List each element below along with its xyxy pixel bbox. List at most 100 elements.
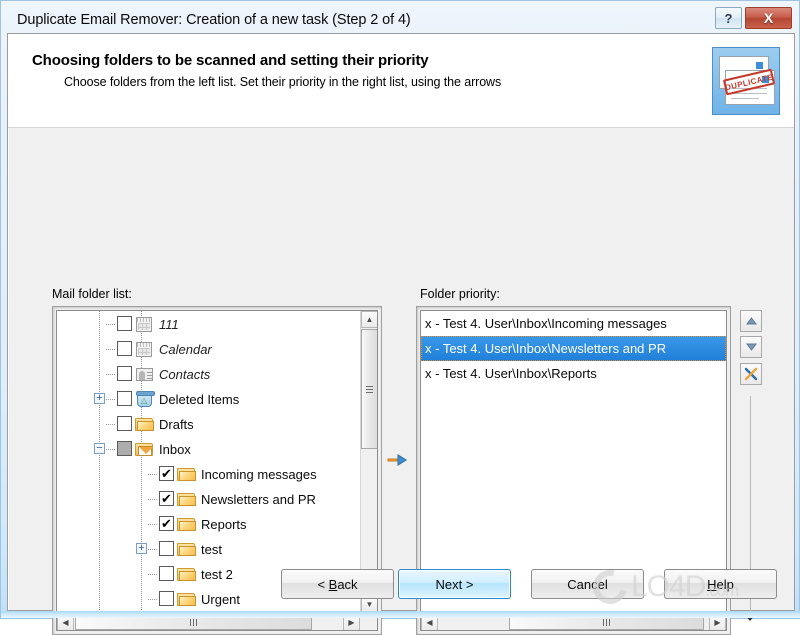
tree-row[interactable]: + Deleted Items xyxy=(57,387,360,412)
tree-hscroll-thumb[interactable] xyxy=(75,614,312,630)
tree-row[interactable]: + test xyxy=(57,537,360,562)
tree-connector xyxy=(148,499,158,500)
envelope-line xyxy=(731,98,759,99)
remove-folder-button[interactable] xyxy=(740,363,762,385)
x-delete-icon xyxy=(744,367,758,381)
move-down-button[interactable] xyxy=(740,336,762,358)
dialog-footer: < Back Next > Cancel Help xyxy=(8,560,794,610)
tree-checkbox[interactable] xyxy=(159,541,174,556)
envelope-square-shape xyxy=(756,62,763,69)
scrollbar-corner xyxy=(360,613,377,630)
tree-checkbox[interactable]: ✔ xyxy=(159,516,174,531)
move-to-priority-arrow[interactable] xyxy=(386,450,408,470)
priority-hscroll-thumb[interactable] xyxy=(509,614,704,630)
mail-folder-list-label: Mail folder list: xyxy=(52,287,132,301)
tree-horizontal-scrollbar[interactable]: ◀ ▶ xyxy=(57,613,360,630)
tree-checkbox[interactable] xyxy=(117,391,132,406)
window-title: Duplicate Email Remover: Creation of a n… xyxy=(17,11,411,28)
tree-checkbox[interactable] xyxy=(117,441,132,456)
priority-item-label: x - Test 4. User\Inbox\Incoming messages xyxy=(425,316,667,331)
tree-item-icon xyxy=(135,341,154,357)
question-mark-icon: ? xyxy=(724,10,733,26)
scroll-left-button[interactable]: ◀ xyxy=(57,614,74,630)
back-button-label: < Back xyxy=(317,576,358,592)
tree-checkbox[interactable]: ✔ xyxy=(159,466,174,481)
collapse-minus-icon[interactable]: − xyxy=(94,443,105,454)
title-bar: Duplicate Email Remover: Creation of a n… xyxy=(7,6,795,33)
tree-row[interactable]: Contacts xyxy=(57,362,360,387)
scroll-left-button[interactable]: ◀ xyxy=(421,614,438,630)
tree-connector xyxy=(106,374,116,375)
tree-connector xyxy=(106,349,116,350)
tree-item-label: Reports xyxy=(201,517,247,532)
priority-list-item[interactable]: x - Test 4. User\Inbox\Incoming messages xyxy=(421,311,726,336)
priority-list-item[interactable]: x - Test 4. User\Inbox\Newsletters and P… xyxy=(421,336,726,361)
grip-icon xyxy=(606,618,607,626)
cancel-button[interactable]: Cancel xyxy=(531,569,644,599)
tree-item-label: Incoming messages xyxy=(201,467,317,482)
tree-item-label: Inbox xyxy=(159,442,191,457)
dialog-client-area: Choosing folders to be scanned and setti… xyxy=(7,33,795,635)
tree-checkbox[interactable] xyxy=(117,366,132,381)
tree-row[interactable]: 111 xyxy=(57,312,360,337)
tree-checkbox[interactable]: ✔ xyxy=(159,491,174,506)
tree-row[interactable]: ✔ Incoming messages xyxy=(57,462,360,487)
tree-checkbox[interactable] xyxy=(117,316,132,331)
tree-item-label: 111 xyxy=(159,317,179,332)
folder-front-shape xyxy=(179,546,196,556)
tree-connector xyxy=(148,549,158,550)
page-title: Choosing folders to be scanned and setti… xyxy=(32,52,429,69)
expand-plus-icon[interactable]: + xyxy=(136,543,147,554)
calendar-icon xyxy=(136,317,152,332)
triangle-up-icon xyxy=(745,317,757,325)
triangle-up-icon: ▲ xyxy=(365,315,374,324)
triangle-down-icon xyxy=(745,343,757,351)
duplicate-stamp-icon: DUPLICATE xyxy=(712,47,780,115)
folder-front-shape xyxy=(179,496,196,506)
help-button[interactable]: Help xyxy=(664,569,777,599)
triangle-left-icon: ◀ xyxy=(62,618,69,627)
close-icon: X xyxy=(763,10,774,26)
tree-connector xyxy=(148,474,158,475)
folder-front-shape xyxy=(137,421,154,431)
tree-connector xyxy=(106,399,116,400)
tree-checkbox[interactable] xyxy=(117,416,132,431)
tree-item-icon xyxy=(135,441,154,457)
folder-front-shape xyxy=(179,471,196,481)
splitter-down-arrow-icon[interactable] xyxy=(744,614,756,621)
tree-connector xyxy=(106,324,116,325)
tree-row[interactable]: Drafts xyxy=(57,412,360,437)
tree-scroll-thumb[interactable] xyxy=(361,329,377,449)
titlebar-close-button[interactable]: X xyxy=(745,7,792,29)
titlebar-help-button[interactable]: ? xyxy=(715,7,742,29)
tree-row[interactable]: ✔ Newsletters and PR xyxy=(57,487,360,512)
next-button[interactable]: Next > xyxy=(398,569,511,599)
priority-list-item[interactable]: x - Test 4. User\Inbox\Reports xyxy=(421,361,726,386)
cancel-button-label: Cancel xyxy=(567,576,608,592)
scroll-up-button[interactable]: ▲ xyxy=(361,311,377,328)
tree-item-icon xyxy=(177,491,196,507)
scroll-right-button[interactable]: ▶ xyxy=(343,614,360,630)
expand-plus-icon[interactable]: + xyxy=(94,393,105,404)
tree-checkbox[interactable] xyxy=(117,341,132,356)
tree-row[interactable]: ✔ Reports xyxy=(57,512,360,537)
right-arrow-icon xyxy=(387,454,407,466)
scroll-right-button[interactable]: ▶ xyxy=(709,614,726,630)
tree-item-icon xyxy=(135,391,155,407)
tree-item-label: test xyxy=(201,542,222,557)
priority-horizontal-scrollbar[interactable]: ◀ ▶ xyxy=(421,613,726,630)
tree-connector xyxy=(148,524,158,525)
grip-icon xyxy=(366,388,373,390)
tree-row[interactable]: − Inbox xyxy=(57,437,360,462)
tree-item-label: Contacts xyxy=(159,367,211,382)
tree-row[interactable]: Calendar xyxy=(57,337,360,362)
priority-item-label: x - Test 4. User\Inbox\Newsletters and P… xyxy=(425,341,667,356)
back-button[interactable]: < Back xyxy=(281,569,394,599)
tree-item-label: Calendar xyxy=(159,342,212,357)
application-window: Duplicate Email Remover: Creation of a n… xyxy=(0,0,800,635)
help-button-label: Help xyxy=(707,576,734,592)
move-up-button[interactable] xyxy=(740,310,762,332)
tree-connector xyxy=(106,424,116,425)
tree-connector xyxy=(106,449,116,450)
folder-priority-label: Folder priority: xyxy=(420,287,500,301)
